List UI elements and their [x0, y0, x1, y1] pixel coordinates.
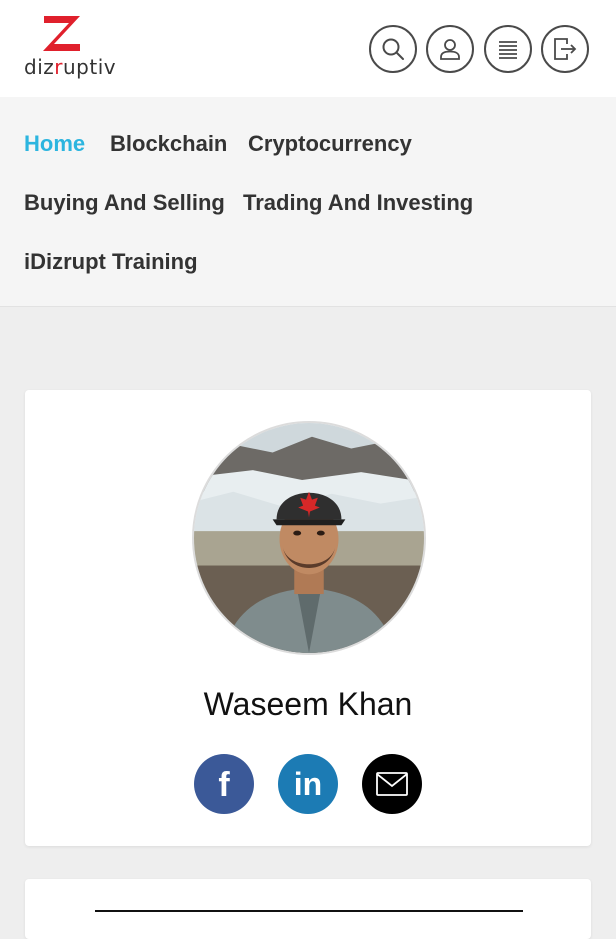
nav-item-idizrupt-training[interactable]: iDizrupt Training [24, 249, 198, 275]
linkedin-button[interactable]: in [278, 754, 338, 814]
envelope-icon [376, 772, 408, 796]
logo-z-mark [43, 16, 80, 51]
nav-item-cryptocurrency[interactable]: Cryptocurrency [248, 131, 412, 157]
hamburger-menu-icon [499, 41, 517, 59]
dizruptiv-logo[interactable]: dizruptiv [22, 14, 117, 79]
logout-button[interactable] [541, 25, 589, 73]
logout-icon [554, 38, 577, 60]
menu-button[interactable] [484, 25, 532, 73]
user-icon [440, 39, 460, 60]
search-button[interactable] [369, 25, 417, 73]
nav-item-blockchain[interactable]: Blockchain [110, 131, 227, 157]
profile-card: Waseem Khan f in [25, 390, 591, 846]
nav-item-buying-and-selling[interactable]: Buying And Selling [24, 190, 225, 216]
profile-name: Waseem Khan [203, 686, 413, 722]
facebook-button[interactable]: f [194, 754, 254, 814]
svg-text:f: f [218, 767, 230, 801]
search-icon [382, 38, 404, 60]
facebook-icon: f [218, 767, 230, 801]
nav-item-trading-and-investing[interactable]: Trading And Investing [243, 190, 473, 216]
linkedin-icon: in [294, 767, 322, 801]
profile-photo [194, 423, 424, 653]
email-button[interactable] [362, 754, 422, 814]
next-card [25, 879, 591, 939]
nav-item-home[interactable]: Home [24, 131, 85, 157]
card-divider [95, 910, 523, 912]
svg-text:in: in [294, 767, 322, 801]
site-header: dizruptiv [0, 0, 616, 97]
profile-avatar [192, 421, 426, 655]
logo-wordmark: dizruptiv [24, 55, 117, 79]
main-navigation: Home Blockchain Cryptocurrency Buying An… [0, 97, 616, 307]
account-button[interactable] [426, 25, 474, 73]
